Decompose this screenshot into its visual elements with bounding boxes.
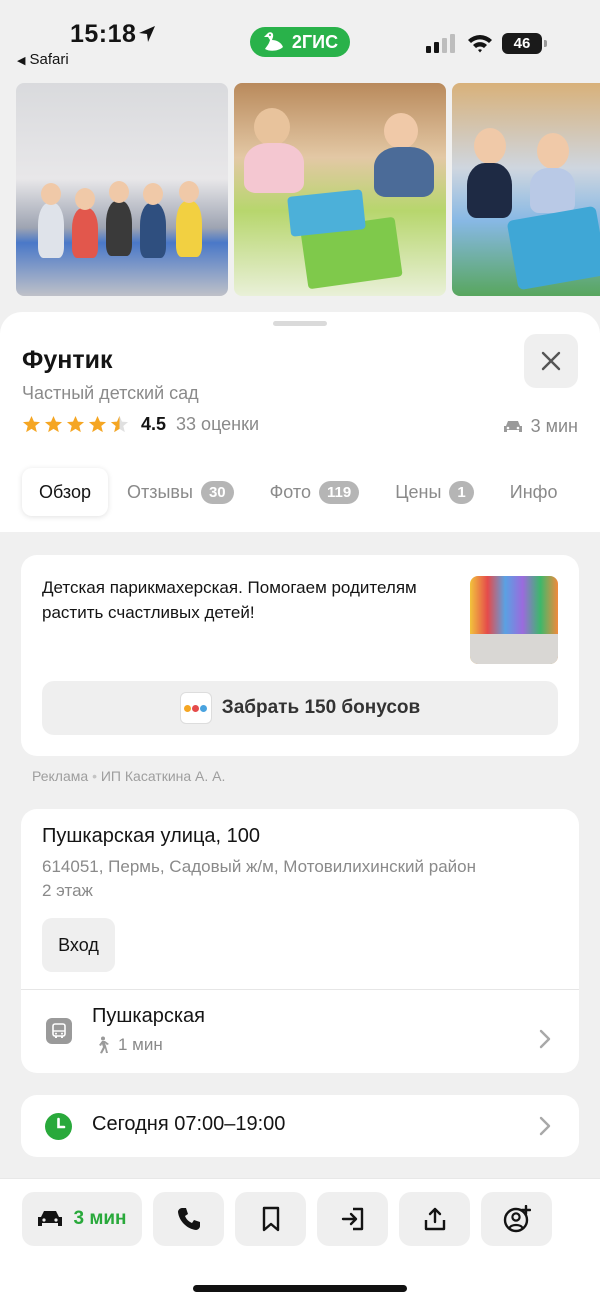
gallery-photo[interactable] <box>234 83 446 296</box>
chevron-right-icon <box>539 1116 551 1136</box>
address-card: Пушкарская улица, 100 614051, Пермь, Сад… <box>21 809 579 1073</box>
add-contact-button[interactable] <box>481 1192 552 1246</box>
tab-reviews[interactable]: Отзывы 30 <box>110 468 251 516</box>
tab-info[interactable]: Инфо <box>493 468 575 516</box>
entrance-icon <box>341 1207 363 1231</box>
walk-time-label: 1 мин <box>118 1035 163 1054</box>
tab-prices[interactable]: Цены 1 <box>378 468 491 516</box>
back-to-safari-link[interactable]: ◀ Safari <box>17 51 69 68</box>
wifi-icon <box>468 35 492 53</box>
place-card-sheet: Фунтик Частный детский сад 4.5 33 оценки… <box>0 312 600 1303</box>
tab-bar: Обзор Отзывы 30 Фото 119 Цены 1 Инфо <box>22 468 576 516</box>
car-icon <box>503 420 522 432</box>
bookmark-button[interactable] <box>235 1192 306 1246</box>
star-icon <box>44 415 63 433</box>
cell-signal-icon <box>426 34 455 53</box>
drive-time-label: 3 мин <box>530 416 578 436</box>
goose-logo-icon <box>263 32 283 51</box>
phone-icon <box>177 1208 200 1230</box>
address-street[interactable]: Пушкарская улица, 100 <box>42 825 260 848</box>
call-button[interactable] <box>153 1192 224 1246</box>
battery-indicator: 46 <box>502 33 547 54</box>
star-icon <box>22 415 41 433</box>
tab-label: Отзывы <box>127 481 193 502</box>
home-indicator <box>193 1285 407 1292</box>
close-button[interactable] <box>524 334 578 388</box>
address-locality: 614051, Пермь, Садовый ж/м, Мотовилихинс… <box>42 857 476 876</box>
claim-bonus-label: Забрать 150 бонусов <box>221 697 421 718</box>
star-icon <box>88 415 107 433</box>
status-bar: 15:18 ◀ Safari 2ГИС 46 <box>0 0 600 80</box>
entrance-button[interactable]: Вход <box>42 918 115 972</box>
bookmark-icon <box>262 1206 279 1232</box>
walking-icon <box>99 1036 109 1054</box>
tab-label: Цены <box>395 481 442 502</box>
share-button[interactable] <box>399 1192 470 1246</box>
address-floor: 2 этаж <box>42 881 93 900</box>
chevron-right-icon <box>539 1029 551 1049</box>
advertiser-logo-icon <box>179 692 212 724</box>
claim-bonus-button[interactable]: Забрать 150 бонусов <box>42 681 558 735</box>
share-icon <box>424 1207 445 1231</box>
app-pill: 2ГИС <box>250 27 350 57</box>
route-time-label: 3 мин <box>73 1208 127 1229</box>
place-header: Фунтик Частный детский сад 4.5 33 оценки… <box>0 312 600 532</box>
walk-time: 1 мин <box>94 1035 163 1055</box>
promo-card[interactable]: Детская парикмахерская. Помогаем родител… <box>21 555 579 756</box>
rating-value: 4.5 <box>141 414 167 434</box>
tab-label: Фото <box>269 481 311 502</box>
tab-count-badge: 1 <box>449 480 474 504</box>
tab-count-badge: 119 <box>318 480 360 504</box>
star-icon <box>66 415 85 433</box>
opening-hours-card[interactable]: Сегодня 07:00–19:00 <box>21 1095 579 1157</box>
entrance-nav-button[interactable] <box>317 1192 388 1246</box>
rating-row[interactable]: 4.5 33 оценки <box>22 414 259 435</box>
photo-gallery[interactable] <box>16 83 600 296</box>
bottom-action-bar: 3 мин <box>0 1178 600 1303</box>
promo-text: Детская парикмахерская. Помогаем родител… <box>42 578 417 622</box>
half-star-icon <box>110 415 129 433</box>
tab-count-badge: 30 <box>200 480 234 504</box>
bus-icon <box>46 1018 72 1044</box>
star-rating <box>22 415 129 434</box>
tab-label: Инфо <box>509 481 558 502</box>
promo-image[interactable] <box>470 576 558 664</box>
add-contact-icon <box>503 1205 531 1233</box>
tab-overview[interactable]: Обзор <box>22 468 108 516</box>
battery-level: 46 <box>513 35 531 52</box>
location-arrow-icon <box>139 26 155 42</box>
ad-owner: ИП Касаткина А. А. <box>100 768 226 784</box>
close-icon <box>541 351 561 371</box>
tab-label: Обзор <box>39 481 91 502</box>
clock-icon <box>45 1113 72 1140</box>
back-app-label: Safari <box>29 51 69 68</box>
ad-label: Реклама <box>32 768 89 784</box>
place-category: Частный детский сад <box>22 383 199 403</box>
status-time: 15:18 <box>70 20 137 48</box>
app-pill-label: 2ГИС <box>291 31 339 52</box>
divider <box>21 989 579 990</box>
tab-photos[interactable]: Фото 119 <box>253 468 377 516</box>
sheet-grabber[interactable] <box>273 321 327 326</box>
place-title: Фунтик <box>22 346 113 374</box>
stop-name: Пушкарская <box>92 1005 205 1027</box>
back-triangle-icon: ◀ <box>17 55 26 67</box>
opening-hours-text: Сегодня 07:00–19:00 <box>92 1113 286 1135</box>
action-buttons: 3 мин <box>22 1192 552 1246</box>
gallery-photo[interactable] <box>16 83 228 296</box>
rating-count: 33 оценки <box>176 414 260 434</box>
address-details: 614051, Пермь, Садовый ж/м, Мотовилихинс… <box>42 855 562 903</box>
gallery-photo[interactable] <box>452 83 600 296</box>
route-button[interactable]: 3 мин <box>22 1192 142 1246</box>
ad-disclosure: Реклама • ИП Касаткина А. А. <box>32 768 226 784</box>
drive-time[interactable]: 3 мин <box>503 416 578 437</box>
car-icon <box>38 1211 63 1226</box>
